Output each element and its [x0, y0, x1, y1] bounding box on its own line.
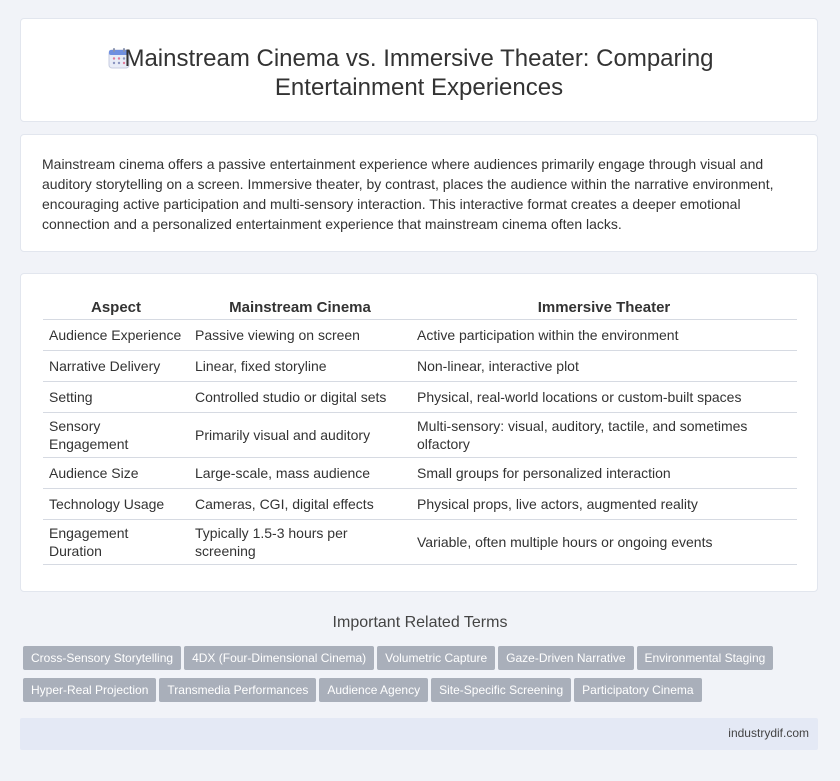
cell-mainstream: Large-scale, mass audience — [189, 457, 411, 489]
cell-immersive: Active participation within the environm… — [411, 319, 797, 351]
cell-aspect: Technology Usage — [43, 488, 189, 520]
related-terms-title: Important Related Terms — [332, 614, 508, 631]
cell-mainstream: Typically 1.5-3 hours per screening — [189, 519, 411, 565]
intro-card: Mainstream cinema offers a passive enter… — [20, 134, 818, 252]
table-row: Narrative Delivery Linear, fixed storyli… — [43, 350, 797, 382]
cell-mainstream: Controlled studio or digital sets — [189, 381, 411, 413]
related-terms-tags: Cross-Sensory Storytelling 4DX (Four-Dime… — [23, 646, 803, 710]
tag-cross-sensory-storytelling[interactable]: Cross-Sensory Storytelling — [23, 646, 182, 670]
intro-paragraph: Mainstream cinema offers a passive enter… — [42, 156, 774, 232]
table-row: Engagement Duration Typically 1.5-3 hour… — [43, 519, 797, 565]
cell-aspect: Sensory Engagement — [43, 412, 189, 458]
tag-environmental-staging[interactable]: Environmental Staging — [636, 646, 774, 670]
cell-aspect: Audience Size — [43, 457, 189, 489]
cell-immersive: Variable, often multiple hours or ongoin… — [411, 519, 797, 565]
tag-site-specific-screening[interactable]: Site-Specific Screening — [431, 678, 572, 702]
tag-transmedia-performances[interactable]: Transmedia Performances — [159, 678, 317, 702]
table-row: Technology Usage Cameras, CGI, digital e… — [43, 488, 797, 520]
cell-immersive: Non-linear, interactive plot — [411, 350, 797, 382]
comparison-table-card: Aspect Mainstream Cinema Immersive Theat… — [20, 273, 818, 592]
cell-aspect: Narrative Delivery — [43, 350, 189, 382]
table-row: Audience Experience Passive viewing on s… — [43, 319, 797, 351]
cell-immersive: Physical props, live actors, augmented r… — [411, 488, 797, 520]
footer: industrydif.com — [20, 718, 818, 750]
header-aspect: Aspect — [43, 296, 189, 320]
cell-aspect: Audience Experience — [43, 319, 189, 351]
footer-site-link[interactable]: industrydif.com — [728, 726, 809, 740]
tag-gaze-driven-narrative[interactable]: Gaze-Driven Narrative — [498, 646, 634, 670]
page-title-line-2: Entertainment Experiences — [274, 74, 564, 101]
cell-immersive: Small groups for personalized interactio… — [411, 457, 797, 489]
cell-mainstream: Linear, fixed storyline — [189, 350, 411, 382]
page-title-line-1: Mainstream Cinema vs. Immersive Theater:… — [124, 45, 714, 72]
header-mainstream-cinema: Mainstream Cinema — [189, 296, 411, 320]
tag-hyper-real-projection[interactable]: Hyper-Real Projection — [23, 678, 157, 702]
cell-aspect: Engagement Duration — [43, 519, 189, 565]
tag-volumetric-capture[interactable]: Volumetric Capture — [377, 646, 496, 670]
cell-mainstream: Cameras, CGI, digital effects — [189, 488, 411, 520]
table-row: Audience Size Large-scale, mass audience… — [43, 457, 797, 489]
table-row: Sensory Engagement Primarily visual and … — [43, 412, 797, 458]
cell-immersive: Multi-sensory: visual, auditory, tactile… — [411, 412, 797, 458]
header-immersive-theater: Immersive Theater — [411, 296, 797, 320]
cell-mainstream: Primarily visual and auditory — [189, 412, 411, 458]
comparison-table: Aspect Mainstream Cinema Immersive Theat… — [43, 296, 797, 565]
cell-aspect: Setting — [43, 381, 189, 413]
page-title: Mainstream Cinema vs. Immersive Theater:… — [21, 44, 817, 102]
table-row: Setting Controlled studio or digital set… — [43, 381, 797, 413]
cell-immersive: Physical, real-world locations or custom… — [411, 381, 797, 413]
header-card: Mainstream Cinema vs. Immersive Theater:… — [20, 18, 818, 122]
tag-audience-agency[interactable]: Audience Agency — [319, 678, 429, 702]
cell-mainstream: Passive viewing on screen — [189, 319, 411, 351]
table-header-row: Aspect Mainstream Cinema Immersive Theat… — [43, 296, 797, 320]
tag-participatory-cinema[interactable]: Participatory Cinema — [574, 678, 702, 702]
tag-4dx[interactable]: 4DX (Four-Dimensional Cinema) — [184, 646, 375, 670]
